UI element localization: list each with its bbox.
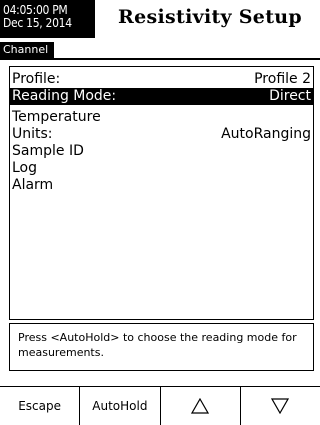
triangle-up-icon (191, 398, 210, 414)
menu-item-value: AutoRanging (221, 126, 311, 142)
menu-item-value: Direct (269, 88, 311, 104)
menu-item-log[interactable]: Log (10, 160, 313, 177)
menu-item-label: Log (12, 160, 38, 176)
header-divider (0, 58, 320, 60)
menu-item-label: Alarm (12, 177, 54, 193)
help-message: Press <AutoHold> to choose the reading m… (9, 323, 314, 371)
menu-item-alarm[interactable]: Alarm (10, 177, 313, 194)
settings-menu: Profile: Profile 2 Reading Mode: Direct … (9, 66, 314, 320)
page-title: Resistivity Setup (118, 6, 302, 28)
channel-indicator: Channel 2 (0, 42, 54, 72)
menu-item-temperature[interactable]: Temperature (10, 109, 313, 126)
autohold-button[interactable]: AutoHold (80, 387, 161, 425)
down-button[interactable] (241, 387, 320, 425)
datetime-display: 04:05:00 PM Dec 15, 2014 (0, 0, 95, 38)
menu-item-sample-id[interactable]: Sample ID (10, 143, 313, 160)
menu-item-label: Profile: (12, 71, 61, 87)
triangle-down-icon (271, 398, 290, 414)
menu-item-label: Temperature (12, 109, 101, 125)
menu-item-reading-mode[interactable]: Reading Mode: Direct (10, 88, 313, 105)
softkey-bar: Escape AutoHold (0, 386, 320, 425)
date-text: Dec 15, 2014 (3, 16, 72, 30)
menu-item-value: Profile 2 (254, 71, 311, 87)
menu-item-units[interactable]: Units: AutoRanging (10, 126, 313, 143)
menu-item-label: Reading Mode: (12, 88, 117, 104)
menu-item-label: Units: (12, 126, 53, 142)
escape-button[interactable]: Escape (0, 387, 81, 425)
menu-item-label: Sample ID (12, 143, 84, 159)
menu-item-profile[interactable]: Profile: Profile 2 (10, 71, 313, 88)
up-button[interactable] (161, 387, 241, 425)
